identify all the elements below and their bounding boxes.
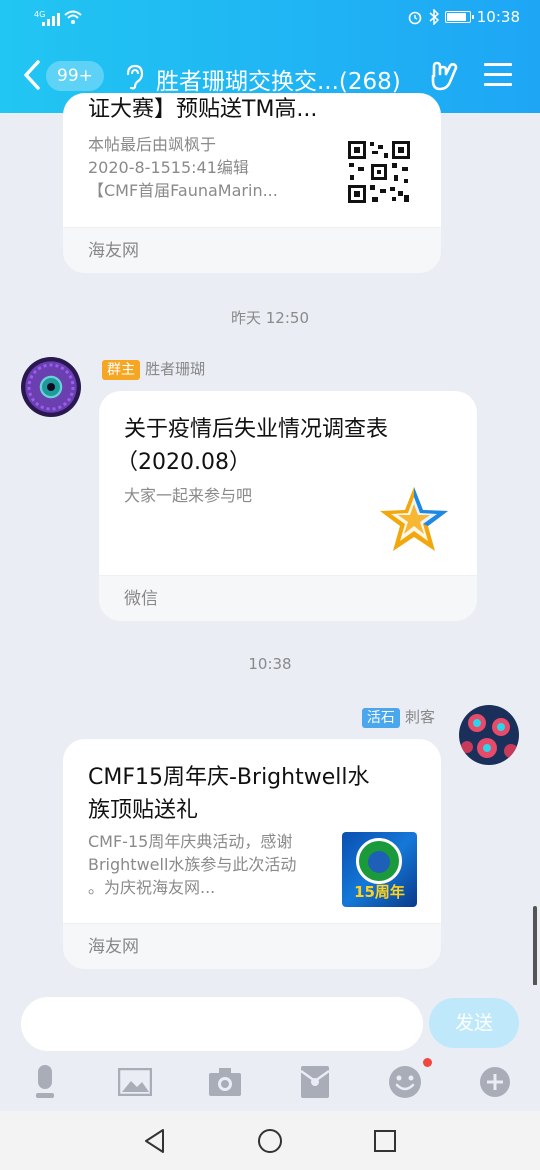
composer-toolbar (0, 1058, 540, 1106)
back-nav-icon[interactable] (143, 1128, 167, 1154)
logo-circle (356, 838, 402, 884)
sender-name[interactable]: 刺客 (405, 708, 435, 726)
alarm-icon (408, 11, 422, 25)
avatar[interactable] (21, 357, 81, 417)
notification-dot (423, 1058, 432, 1067)
card-title: CMF15周年庆-Brightwell水 族顶贴送礼 (88, 761, 369, 827)
bluetooth-icon (429, 9, 439, 25)
card-title-line: 族顶贴送礼 (88, 798, 199, 823)
fish-icon (368, 851, 390, 873)
card-source: 微信 (99, 575, 477, 621)
owner-tag: 群主 (102, 360, 140, 380)
scrollbar[interactable] (533, 906, 537, 986)
camera-icon[interactable] (203, 1060, 247, 1104)
status-right: 10:38 (407, 8, 520, 26)
card-thumbnail: 15周年 (342, 832, 417, 907)
card-title-line: 关于疫情后失业情况调查表 (124, 417, 389, 442)
home-nav-icon[interactable] (257, 1128, 283, 1154)
clock: 10:38 (476, 8, 520, 26)
ear-icon[interactable] (124, 64, 144, 90)
message-input[interactable] (21, 997, 423, 1051)
link-card[interactable]: 关于疫情后失业情况调查表 （2020.08） 大家一起来参与吧 微信 (99, 391, 477, 621)
system-nav-bar (0, 1111, 540, 1170)
card-desc-line: CMF-15周年庆典活动，感谢 (88, 832, 293, 851)
card-title: 关于疫情后失业情况调查表 （2020.08） (116, 413, 389, 479)
star-icon (380, 487, 448, 551)
timestamp: 昨天 12:50 (231, 309, 309, 327)
battery-icon (444, 11, 474, 23)
card-title-line: CMF15周年庆-Brightwell水 (88, 765, 370, 790)
plus-icon[interactable] (473, 1060, 517, 1104)
status-bar: 4G 10:38 (0, 0, 540, 36)
card-title: 证大赛】预贴送TM高... (88, 97, 318, 122)
card-desc: CMF-15周年庆典活动，感谢 Brightwell水族参与此次活动 。为庆祝海… (88, 830, 338, 899)
red-packet-icon[interactable] (293, 1060, 337, 1104)
link-card[interactable]: CMF15周年庆-Brightwell水 族顶贴送礼 CMF-15周年庆典活动，… (63, 739, 441, 969)
avatar[interactable] (459, 705, 519, 765)
card-desc-line: Brightwell水族参与此次活动 (88, 855, 297, 874)
image-icon[interactable] (113, 1060, 157, 1104)
card-desc-line: 2020-8-1515:41编辑 (88, 158, 249, 177)
hand-gesture-icon[interactable] (428, 60, 460, 92)
sender-line: 群主 胜者珊瑚 (102, 358, 205, 380)
signal-icon (42, 12, 60, 26)
link-card[interactable]: 证大赛】预贴送TM高... 本帖最后由飒枫于 2020-8-1515:41编辑 … (63, 93, 441, 273)
timestamp: 10:38 (248, 655, 292, 673)
back-arrow-icon[interactable] (22, 59, 42, 91)
wifi-icon (64, 10, 82, 24)
unread-count-badge[interactable]: 99+ (46, 61, 104, 91)
mic-icon[interactable] (23, 1060, 67, 1104)
coral-icon (461, 714, 518, 758)
card-desc: 本帖最后由飒枫于 2020-8-1515:41编辑 【CMF首届FaunaMar… (88, 133, 318, 202)
menu-icon[interactable] (484, 63, 512, 87)
card-desc-line: 本帖最后由飒枫于 (88, 135, 217, 154)
qr-code-icon (346, 139, 412, 205)
chat-title: 胜者珊瑚交换交...(268) (156, 69, 401, 95)
sender-line: 活石 刺客 (361, 706, 435, 728)
card-title-line: （2020.08） (116, 450, 251, 475)
composer: 发送 (0, 985, 540, 1111)
member-tag: 活石 (361, 708, 400, 728)
card-source: 海友网 (63, 227, 441, 273)
send-button[interactable]: 发送 (429, 998, 519, 1048)
card-source: 海友网 (63, 923, 441, 969)
emoji-icon[interactable] (383, 1058, 432, 1104)
card-desc: 大家一起来参与吧 (124, 486, 253, 505)
anniversary-label: 15周年 (354, 883, 405, 901)
recents-nav-icon[interactable] (373, 1129, 397, 1153)
card-desc-line: 【CMF首届FaunaMarin... (88, 181, 278, 200)
coral-icon (27, 363, 75, 411)
sender-name[interactable]: 胜者珊瑚 (145, 360, 205, 378)
card-desc-line: 。为庆祝海友网... (88, 878, 216, 897)
